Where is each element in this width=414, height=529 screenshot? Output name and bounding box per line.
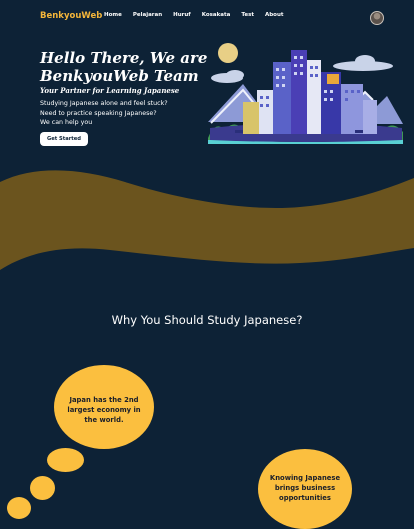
brand-logo[interactable]: BenkyouWeb xyxy=(40,11,102,21)
nav-link-huruf[interactable]: Huruf xyxy=(173,12,191,18)
fact-bubble-business-line-3: opportunities xyxy=(279,494,331,502)
hero-line-2: Need to practice speaking Japanese? xyxy=(40,109,157,117)
get-started-button[interactable]: Get Started xyxy=(40,132,88,146)
fact-bubble-business-line-2: brings business xyxy=(274,484,336,492)
nav-link-kosakata[interactable]: Kosakata xyxy=(202,12,231,18)
fact-bubble-business-text: Knowing Japanese brings business opportu… xyxy=(258,473,352,503)
nav-link-test[interactable]: Test xyxy=(241,12,254,18)
hero-subtitle: Your Partner for Learning Japanese xyxy=(40,86,180,95)
thought-dot-small xyxy=(7,497,31,519)
fact-bubble-business: Knowing Japanese brings business opportu… xyxy=(258,449,352,529)
hero-description: Studying Japanese alone and feel stuck? … xyxy=(40,99,210,128)
top-navbar: BenkyouWeb Home Pelajaran Huruf Kosakata… xyxy=(0,0,414,34)
nav-links: Home Pelajaran Huruf Kosakata Test About xyxy=(104,12,284,18)
thought-dot-medium xyxy=(30,476,55,500)
hero-title-line-2: BenkyouWeb Team xyxy=(40,67,199,85)
hero-line-1: Studying Japanese alone and feel stuck? xyxy=(40,100,168,107)
wave-divider xyxy=(0,170,414,270)
thought-dot-large xyxy=(47,448,84,472)
fact-bubble-economy-line-3: the world. xyxy=(84,416,124,424)
hero-title-line-1: Hello There, We are xyxy=(40,49,208,67)
user-avatar[interactable] xyxy=(370,11,384,25)
nav-link-pelajaran[interactable]: Pelajaran xyxy=(133,12,162,18)
why-study-heading: Why You Should Study Japanese? xyxy=(111,313,303,327)
fact-bubble-economy-text: Japan has the 2nd largest economy in the… xyxy=(54,395,154,425)
fact-bubble-economy: Japan has the 2nd largest economy in the… xyxy=(54,365,154,449)
fact-bubble-economy-line-1: Japan has the 2nd xyxy=(69,396,139,404)
nav-link-home[interactable]: Home xyxy=(104,12,122,18)
hero-title: Hello There, We are BenkyouWeb Team xyxy=(40,49,215,85)
fact-bubble-business-line-1: Knowing Japanese xyxy=(269,474,341,482)
city-skyline-illustration xyxy=(208,43,403,144)
nav-link-about[interactable]: About xyxy=(265,12,284,18)
fact-bubble-economy-line-2: largest economy in xyxy=(67,406,141,414)
hero-line-3: We can help you xyxy=(40,119,93,127)
